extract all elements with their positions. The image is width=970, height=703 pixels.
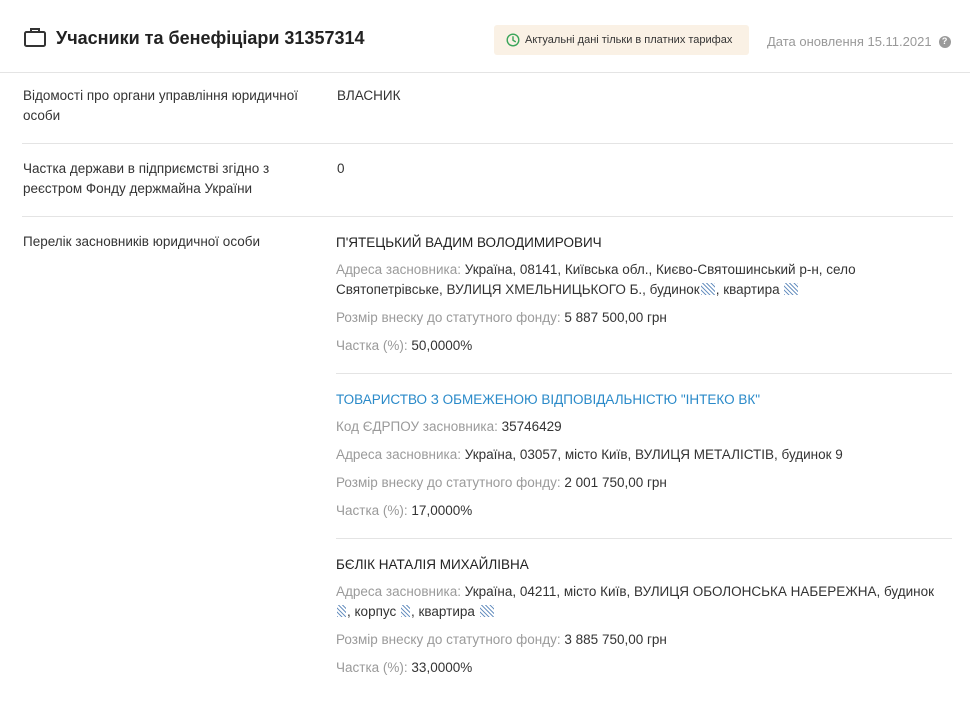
founder-share-label: Частка (%): — [336, 338, 408, 353]
founder-address-line1: Україна, 03057, місто Київ, ВУЛИЦЯ МЕТАЛ… — [464, 447, 843, 462]
redacted-mark — [784, 283, 799, 295]
update-date-text: Дата оновлення 15.11.2021 — [767, 34, 932, 49]
founder-capital-value: 3 885 750,00 грн — [564, 632, 667, 647]
founders-label: Перелік засновників юридичної особи — [23, 234, 261, 249]
founder-code-value: 35746429 — [501, 419, 562, 434]
founder-card: БЄЛІК НАТАЛІЯ МИХАЙЛІВНА Адреса засновни… — [336, 556, 952, 678]
founder-address-cont: , корпус , квартира — [336, 602, 952, 622]
row-label: Частка держави в підприємстві згідно з р… — [23, 161, 270, 196]
founder-capital-label: Розмір внеску до статутного фонду: — [336, 310, 561, 325]
founder-card: ТОВАРИСТВО З ОБМЕЖЕНОЮ ВІДПОВІДАЛЬНІСТЮ … — [336, 391, 952, 521]
founder-capital: Розмір внеску до статутного фонду: 3 885… — [336, 630, 952, 650]
row-value: ВЛАСНИК — [337, 88, 401, 103]
founder-address: Адреса засновника: Україна, 04211, місто… — [336, 582, 952, 602]
founder-address-label: Адреса засновника: — [336, 447, 461, 462]
info-row-state-share: Частка держави в підприємстві згідно з р… — [22, 144, 953, 217]
founder-share: Частка (%): 33,0000% — [336, 658, 952, 678]
founder-share: Частка (%): 17,0000% — [336, 501, 952, 521]
founder-name: БЄЛІК НАТАЛІЯ МИХАЙЛІВНА — [336, 557, 529, 572]
section-header: Учасники та бенефіціари 31357314 Актуаль… — [0, 0, 970, 73]
founder-code-label: Код ЄДРПОУ засновника: — [336, 419, 498, 434]
founder-company-link[interactable]: ТОВАРИСТВО З ОБМЕЖЕНОЮ ВІДПОВІДАЛЬНІСТЮ … — [336, 391, 952, 409]
founder-share: Частка (%): 50,0000% — [336, 336, 952, 356]
founder-address-label: Адреса засновника: — [336, 262, 461, 277]
founder-address-line1: Україна, 08141, Київська обл., Києво-Свя… — [464, 262, 856, 277]
founder-capital: Розмір внеску до статутного фонду: 2 001… — [336, 473, 952, 493]
founder-address-label: Адреса засновника: — [336, 584, 461, 599]
founder-capital-value: 2 001 750,00 грн — [564, 475, 667, 490]
founder-address-line2a: Святопетрівське, ВУЛИЦЯ ХМЕЛЬНИЦЬКОГО Б.… — [336, 282, 700, 297]
row-value: 0 — [337, 161, 345, 176]
founder-share-label: Частка (%): — [336, 660, 408, 675]
founder-capital-value: 5 887 500,00 грн — [564, 310, 667, 325]
info-row-management: Відомості про органи управління юридично… — [22, 72, 953, 144]
founder-address-line1: Україна, 04211, місто Київ, ВУЛИЦЯ ОБОЛО… — [464, 584, 935, 599]
briefcase-icon — [24, 28, 46, 47]
founder-divider — [336, 538, 952, 539]
founder-code: Код ЄДРПОУ засновника: 35746429 — [336, 417, 952, 437]
founder-capital: Розмір внеску до статутного фонду: 5 887… — [336, 308, 952, 328]
clock-check-icon — [506, 33, 520, 47]
founder-address: Адреса засновника: Україна, 08141, Київс… — [336, 260, 952, 280]
update-date: Дата оновлення 15.11.2021 ? — [767, 34, 951, 49]
founder-divider — [336, 373, 952, 374]
redacted-mark — [700, 283, 715, 295]
row-label: Відомості про органи управління юридично… — [23, 88, 298, 123]
founder-share-value: 33,0000% — [411, 660, 473, 675]
founder-address: Адреса засновника: Україна, 03057, місто… — [336, 445, 952, 465]
founder-share-value: 50,0000% — [411, 338, 473, 353]
founder-address-line2b: , квартира — [411, 604, 475, 619]
founder-address-line2b: , квартира — [715, 282, 780, 297]
help-icon[interactable]: ? — [938, 35, 951, 48]
founder-share-label: Частка (%): — [336, 503, 408, 518]
page-title: Учасники та бенефіціари 31357314 — [56, 28, 365, 48]
redacted-mark — [479, 605, 494, 617]
founder-capital-label: Розмір внеску до статутного фонду: — [336, 632, 561, 647]
founder-address-line2a: , корпус — [347, 604, 397, 619]
redacted-mark — [401, 605, 410, 617]
founder-card: П'ЯТЕЦЬКИЙ ВАДИМ ВОЛОДИМИРОВИЧ Адреса за… — [336, 234, 952, 356]
paid-plan-notice-text: Актуальні дані тільки в платних тарифах — [525, 34, 733, 46]
founder-address-cont: Святопетрівське, ВУЛИЦЯ ХМЕЛЬНИЦЬКОГО Б.… — [336, 280, 952, 300]
redacted-mark — [337, 605, 346, 617]
paid-plan-notice[interactable]: Актуальні дані тільки в платних тарифах — [494, 25, 749, 55]
founder-share-value: 17,0000% — [411, 503, 473, 518]
founder-capital-label: Розмір внеску до статутного фонду: — [336, 475, 561, 490]
founder-name: П'ЯТЕЦЬКИЙ ВАДИМ ВОЛОДИМИРОВИЧ — [336, 235, 602, 250]
